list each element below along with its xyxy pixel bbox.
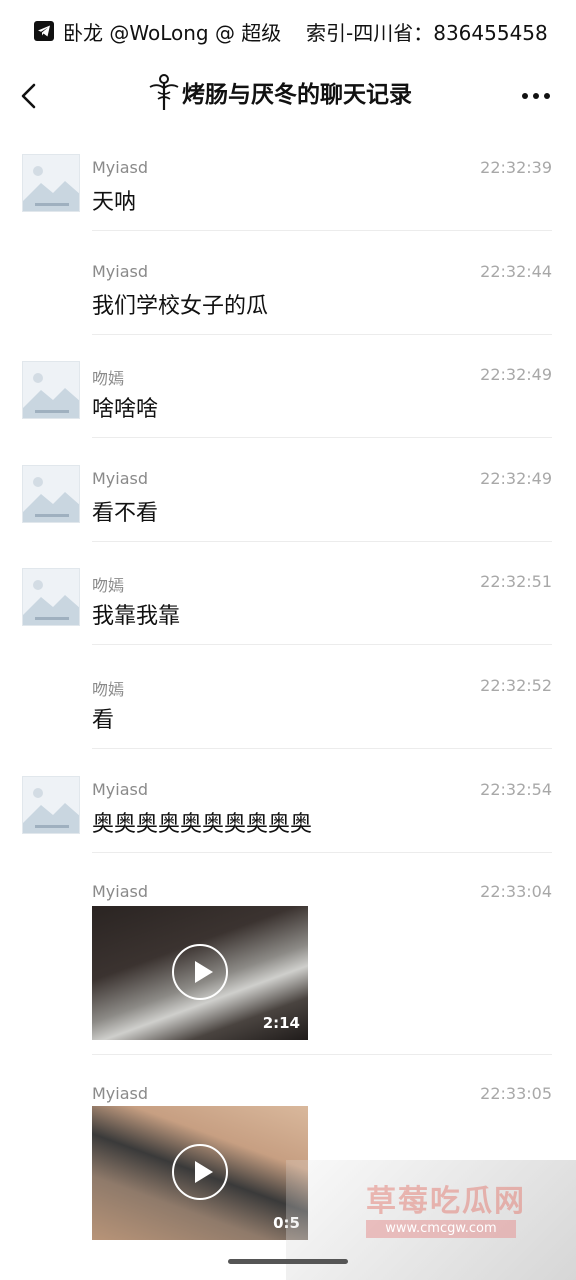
message-item[interactable]: Myiasd 22:32:44 我们学校女子的瓜 bbox=[0, 244, 576, 344]
video-thumbnail[interactable]: 2:14 bbox=[92, 906, 308, 1040]
sender-name: Myiasd bbox=[92, 882, 149, 901]
play-icon[interactable] bbox=[172, 1144, 228, 1200]
message-item[interactable]: 吻嫣 22:32:51 我靠我靠 bbox=[0, 554, 576, 654]
image-placeholder-icon bbox=[23, 362, 79, 418]
telegram-icon bbox=[34, 21, 54, 41]
chevron-left-icon bbox=[21, 83, 36, 109]
site-watermark-url: www.cmcgw.com bbox=[366, 1220, 516, 1238]
sender-name: Myiasd bbox=[92, 780, 149, 799]
sender-name: 吻嫣 bbox=[92, 680, 125, 699]
sender-name: Myiasd bbox=[92, 262, 149, 281]
message-text: 天呐 bbox=[92, 190, 137, 215]
watermark-index-text: 索引-四川省：836455458 bbox=[306, 21, 548, 45]
message-item[interactable]: Myiasd 22:33:04 2:14 bbox=[0, 866, 576, 1066]
message-text: 看不看 bbox=[92, 501, 159, 526]
image-placeholder-icon bbox=[23, 777, 79, 833]
message-text: 看 bbox=[92, 708, 115, 733]
image-placeholder-icon bbox=[23, 466, 79, 522]
message-time: 22:32:51 bbox=[480, 572, 552, 591]
message-item[interactable]: 吻嫣 22:32:52 看 bbox=[0, 658, 576, 758]
home-indicator[interactable] bbox=[228, 1259, 348, 1264]
avatar[interactable] bbox=[22, 154, 80, 212]
sender-name: 吻嫣 bbox=[92, 576, 125, 595]
image-placeholder-icon bbox=[23, 155, 79, 211]
more-dot-icon bbox=[544, 93, 550, 99]
watermark-handle-text: 卧龙 @WoLong @ 超级 bbox=[63, 21, 282, 45]
more-dot-icon bbox=[533, 93, 539, 99]
divider bbox=[92, 748, 552, 749]
top-watermark-bar: 卧龙 @WoLong @ 超级 索引-四川省：836455458 bbox=[0, 0, 576, 62]
message-time: 22:32:49 bbox=[480, 469, 552, 488]
message-text: 我靠我靠 bbox=[92, 604, 181, 629]
message-item[interactable]: Myiasd 22:32:49 看不看 bbox=[0, 451, 576, 551]
site-watermark-name: 草莓吃瓜网 bbox=[366, 1184, 526, 1219]
divider bbox=[92, 852, 552, 853]
message-time: 22:32:52 bbox=[480, 676, 552, 695]
message-time: 22:33:04 bbox=[480, 882, 552, 901]
sender-name: Myiasd bbox=[92, 469, 149, 488]
sender-name: Myiasd bbox=[92, 1084, 149, 1103]
message-time: 22:32:39 bbox=[480, 158, 552, 177]
video-duration: 2:14 bbox=[262, 1014, 300, 1032]
video-thumbnail[interactable]: 0:5 bbox=[92, 1106, 308, 1240]
message-time: 22:32:44 bbox=[480, 262, 552, 281]
avatar[interactable] bbox=[22, 776, 80, 834]
message-time: 22:33:05 bbox=[480, 1084, 552, 1103]
message-text: 我们学校女子的瓜 bbox=[92, 294, 269, 319]
back-button[interactable] bbox=[12, 78, 48, 114]
message-item[interactable]: Myiasd 22:32:54 奥奥奥奥奥奥奥奥奥奥 bbox=[0, 762, 576, 862]
divider bbox=[92, 437, 552, 438]
message-time: 22:32:49 bbox=[480, 365, 552, 384]
divider bbox=[92, 334, 552, 335]
avatar[interactable] bbox=[22, 361, 80, 419]
caduceus-logo-icon bbox=[149, 74, 179, 110]
divider bbox=[92, 644, 552, 645]
sender-name: 吻嫣 bbox=[92, 369, 125, 388]
chat-title: 烤肠与厌冬的聊天记录 bbox=[182, 82, 412, 108]
image-placeholder-icon bbox=[23, 569, 79, 625]
message-item[interactable]: 吻嫣 22:32:49 啥啥啥 bbox=[0, 347, 576, 447]
message-time: 22:32:54 bbox=[480, 780, 552, 799]
divider bbox=[92, 1054, 552, 1055]
sender-name: Myiasd bbox=[92, 158, 149, 177]
chat-title-group: 烤肠与厌冬的聊天记录 bbox=[148, 72, 412, 112]
avatar[interactable] bbox=[22, 568, 80, 626]
message-item[interactable]: Myiasd 22:32:39 天呐 bbox=[0, 140, 576, 240]
message-text: 啥啥啥 bbox=[92, 397, 159, 422]
message-text: 奥奥奥奥奥奥奥奥奥奥 bbox=[92, 812, 313, 837]
avatar[interactable] bbox=[22, 465, 80, 523]
more-button[interactable] bbox=[518, 84, 554, 108]
play-icon[interactable] bbox=[172, 944, 228, 1000]
more-dot-icon bbox=[522, 93, 528, 99]
divider bbox=[92, 230, 552, 231]
navigation-bar: 烤肠与厌冬的聊天记录 bbox=[0, 62, 576, 130]
divider bbox=[92, 541, 552, 542]
